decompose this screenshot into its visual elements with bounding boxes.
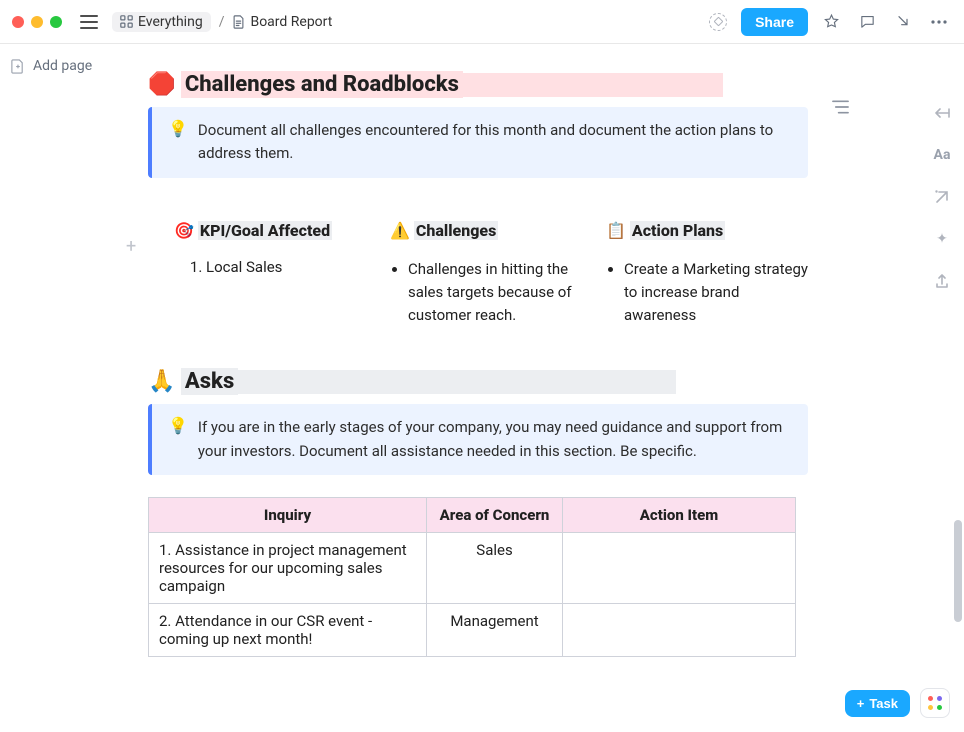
task-button-label: Task — [869, 696, 898, 711]
plus-icon: + — [857, 696, 865, 711]
cell-action[interactable] — [563, 532, 796, 603]
document-body[interactable]: 🛑 Challenges and Roadblocks 💡 Document a… — [112, 44, 920, 732]
tip-callout-challenges[interactable]: 💡 Document all challenges encountered fo… — [148, 107, 808, 178]
page-settings-button[interactable] — [705, 9, 731, 35]
grid-icon — [120, 15, 133, 28]
warning-emoji-icon: ⚠️ — [390, 221, 410, 240]
typography-button[interactable]: Aa — [933, 146, 951, 164]
pray-emoji-icon: 🙏 — [148, 369, 175, 394]
share-button[interactable]: Share — [741, 8, 808, 36]
breadcrumb-root[interactable]: Everything — [112, 12, 211, 32]
add-page-button[interactable]: Add page — [10, 58, 102, 74]
lightbulb-icon: 💡 — [168, 119, 188, 166]
ai-button[interactable] — [933, 188, 951, 206]
scrollbar-thumb[interactable] — [954, 520, 962, 622]
chat-icon — [859, 13, 876, 30]
more-button[interactable] — [926, 9, 952, 35]
kpi-list[interactable]: Local Sales — [206, 258, 376, 276]
menu-toggle-button[interactable] — [76, 9, 102, 35]
new-task-button[interactable]: + Task — [845, 690, 910, 717]
target-emoji-icon: 🎯 — [174, 221, 194, 240]
col-header-area[interactable]: Area of Concern — [427, 497, 563, 532]
arrow-down-icon — [895, 14, 911, 30]
maximize-window-icon[interactable] — [50, 16, 62, 28]
cell-area[interactable]: Sales — [427, 532, 563, 603]
tip-callout-asks[interactable]: 💡 If you are in the early stages of your… — [148, 404, 808, 475]
section-title-text: Challenges and Roadblocks — [181, 71, 463, 98]
export-button[interactable] — [933, 272, 951, 290]
clipboard-emoji-icon: 📋 — [606, 221, 626, 240]
download-button[interactable] — [890, 9, 916, 35]
kpi-col-label: KPI/Goal Affected — [198, 221, 332, 240]
list-item[interactable]: Local Sales — [206, 258, 376, 276]
collapse-rail-button[interactable] — [933, 104, 951, 122]
add-page-icon — [10, 59, 25, 74]
dots-icon — [931, 20, 947, 24]
col-header-inquiry[interactable]: Inquiry — [149, 497, 427, 532]
cell-area[interactable]: Management — [427, 603, 563, 656]
sparkle-button[interactable] — [933, 230, 951, 248]
asks-table[interactable]: Inquiry Area of Concern Action Item 1. A… — [148, 497, 796, 657]
breadcrumb-root-label: Everything — [138, 14, 203, 30]
breadcrumb-separator: / — [219, 14, 225, 30]
star-icon — [823, 13, 840, 30]
actionplans-col-label: Action Plans — [630, 221, 725, 240]
cell-action[interactable] — [563, 603, 796, 656]
table-row[interactable]: 1. Assistance in project management reso… — [149, 532, 796, 603]
list-item[interactable]: Create a Marketing strategy to increase … — [624, 258, 808, 328]
section-heading-challenges[interactable]: 🛑 Challenges and Roadblocks — [148, 72, 808, 97]
actionplans-column[interactable]: 📋 Action Plans Create a Marketing strate… — [606, 221, 808, 332]
section-heading-asks[interactable]: 🙏 Asks — [148, 369, 808, 394]
actionplans-list[interactable]: Create a Marketing strategy to increase … — [624, 258, 808, 328]
comments-button[interactable] — [854, 9, 880, 35]
cell-inquiry[interactable]: 2. Attendance in our CSR event - coming … — [149, 603, 427, 656]
outline-toggle-button[interactable] — [832, 100, 849, 118]
apps-icon — [928, 696, 942, 710]
tip-text: Document all challenges encountered for … — [198, 119, 792, 166]
stop-emoji-icon: 🛑 — [148, 72, 175, 97]
add-row-button[interactable]: + — [126, 236, 136, 257]
col-header-action[interactable]: Action Item — [563, 497, 796, 532]
breadcrumb-page-label: Board Report — [250, 14, 332, 30]
tip-text: If you are in the early stages of your c… — [198, 416, 792, 463]
table-row[interactable]: 2. Attendance in our CSR event - coming … — [149, 603, 796, 656]
breadcrumb-page[interactable]: Board Report — [232, 14, 332, 30]
breadcrumb: Everything / Board Report — [112, 12, 332, 32]
add-page-label: Add page — [33, 58, 92, 74]
minimize-window-icon[interactable] — [31, 16, 43, 28]
close-window-icon[interactable] — [12, 16, 24, 28]
window-controls[interactable] — [12, 16, 62, 28]
favorite-button[interactable] — [818, 9, 844, 35]
challenges-col-label: Challenges — [414, 221, 498, 240]
scrollbar-track[interactable] — [952, 46, 962, 732]
cell-inquiry[interactable]: 1. Assistance in project management reso… — [149, 532, 427, 603]
doc-icon — [232, 15, 245, 29]
kpi-column[interactable]: 🎯 KPI/Goal Affected Local Sales — [174, 221, 376, 332]
section-title-text: Asks — [181, 368, 238, 395]
challenges-column[interactable]: ⚠️ Challenges Challenges in hitting the … — [390, 221, 592, 332]
left-sidebar: Add page — [0, 44, 112, 732]
list-item[interactable]: Challenges in hitting the sales targets … — [408, 258, 592, 328]
apps-button[interactable] — [920, 688, 950, 718]
challenges-list[interactable]: Challenges in hitting the sales targets … — [408, 258, 592, 328]
challenges-columns: 🎯 KPI/Goal Affected Local Sales ⚠️ Chall… — [174, 221, 808, 332]
lightbulb-icon: 💡 — [168, 416, 188, 463]
